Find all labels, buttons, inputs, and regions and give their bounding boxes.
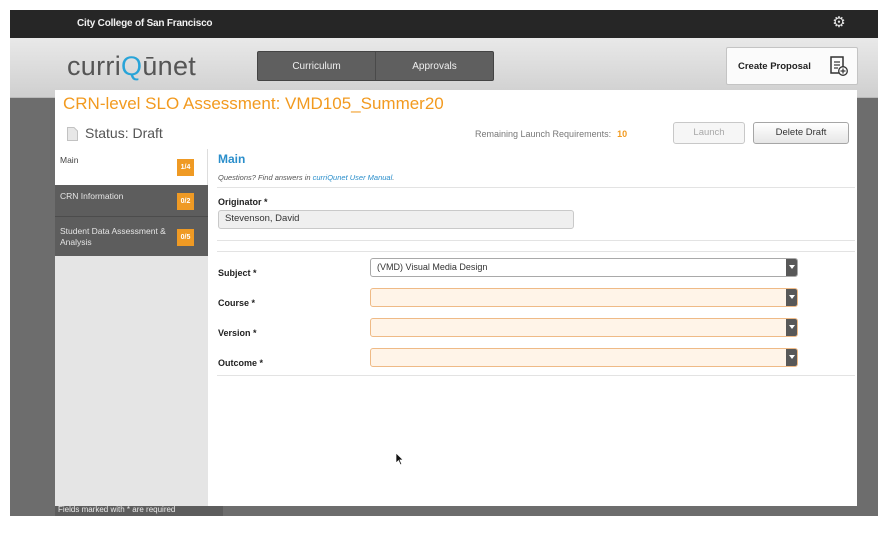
divider [217, 187, 855, 188]
nav-approvals-button[interactable]: Approvals [375, 52, 493, 80]
sidebar-item-label: CRN Information [60, 191, 124, 201]
remaining-count: 10 [617, 129, 628, 139]
course-select[interactable] [370, 288, 798, 307]
section-sidebar: Main 1/4 CRN Information 0/2 Student Dat… [55, 149, 208, 506]
course-label: Course * [218, 298, 256, 308]
main-form: Main Questions? Find answers in curriQun… [217, 152, 855, 502]
curriqunet-logo[interactable]: curriQūnet [67, 51, 196, 81]
page-title: CRN-level SLO Assessment: VMD105_Summer2… [63, 94, 444, 113]
required-fields-footer: Fields marked with * are required [55, 505, 223, 516]
version-select[interactable] [370, 318, 798, 337]
progress-badge: 0/2 [177, 193, 194, 210]
mouse-pointer-icon [395, 452, 405, 466]
app-header: curriQūnet Curriculum Approvals Create P… [10, 38, 878, 98]
gear-icon[interactable]: ⚙ [830, 14, 848, 32]
help-text-prefix: Questions? Find answers in [218, 173, 313, 182]
delete-draft-button[interactable]: Delete Draft [753, 122, 849, 144]
sidebar-item-student-data-assessment[interactable]: Student Data Assessment & Analysis 0/5 [55, 216, 208, 256]
progress-badge: 0/5 [177, 229, 194, 246]
logo-text-suffix: ūnet [142, 51, 197, 81]
sidebar-item-label: Main [60, 155, 79, 165]
nav-curriculum-button[interactable]: Curriculum [258, 52, 375, 80]
sidebar-item-label: Student Data Assessment & Analysis [60, 226, 166, 247]
user-manual-link[interactable]: curriQunet User Manual [313, 173, 393, 182]
version-label: Version * [218, 328, 257, 338]
progress-badge: 1/4 [177, 159, 194, 176]
create-proposal-button[interactable]: Create Proposal [726, 47, 858, 85]
logo-text-q: Q [121, 51, 143, 81]
create-proposal-label: Create Proposal [738, 61, 811, 72]
main-nav: Curriculum Approvals [257, 51, 494, 81]
college-name: City College of San Francisco [77, 18, 213, 29]
footer-text: Fields marked with * are required [58, 505, 176, 514]
outcome-label: Outcome * [218, 358, 264, 368]
content-panel: CRN-level SLO Assessment: VMD105_Summer2… [55, 90, 857, 506]
originator-label: Originator * [218, 197, 268, 207]
sidebar-item-crn-information[interactable]: CRN Information 0/2 [55, 185, 208, 216]
sidebar-item-main[interactable]: Main 1/4 [55, 149, 208, 185]
document-icon [67, 127, 78, 141]
divider [217, 251, 855, 252]
chevron-down-icon [786, 319, 797, 336]
chevron-down-icon [786, 289, 797, 306]
form-section-title: Main [218, 152, 246, 166]
subject-select-value: (VMD) Visual Media Design [377, 262, 488, 272]
chevron-down-icon [786, 349, 797, 366]
subject-label: Subject * [218, 268, 257, 278]
outcome-select[interactable] [370, 348, 798, 367]
help-text-end: . [392, 173, 395, 182]
create-proposal-icon [830, 56, 848, 76]
help-text: Questions? Find answers in curriQunet Us… [218, 173, 394, 182]
chevron-down-icon [786, 259, 797, 276]
divider [217, 375, 855, 376]
logo-text-prefix: curri [67, 51, 121, 81]
top-bar: City College of San Francisco ⚙ [10, 10, 878, 38]
status-text: Status: Draft [85, 125, 163, 141]
remaining-label: Remaining Launch Requirements: [475, 129, 612, 139]
subject-select[interactable]: (VMD) Visual Media Design [370, 258, 798, 277]
divider [217, 240, 855, 241]
originator-field: Stevenson, David [218, 210, 574, 229]
launch-button[interactable]: Launch [673, 122, 745, 144]
remaining-requirements: Remaining Launch Requirements: 10 [475, 129, 627, 139]
